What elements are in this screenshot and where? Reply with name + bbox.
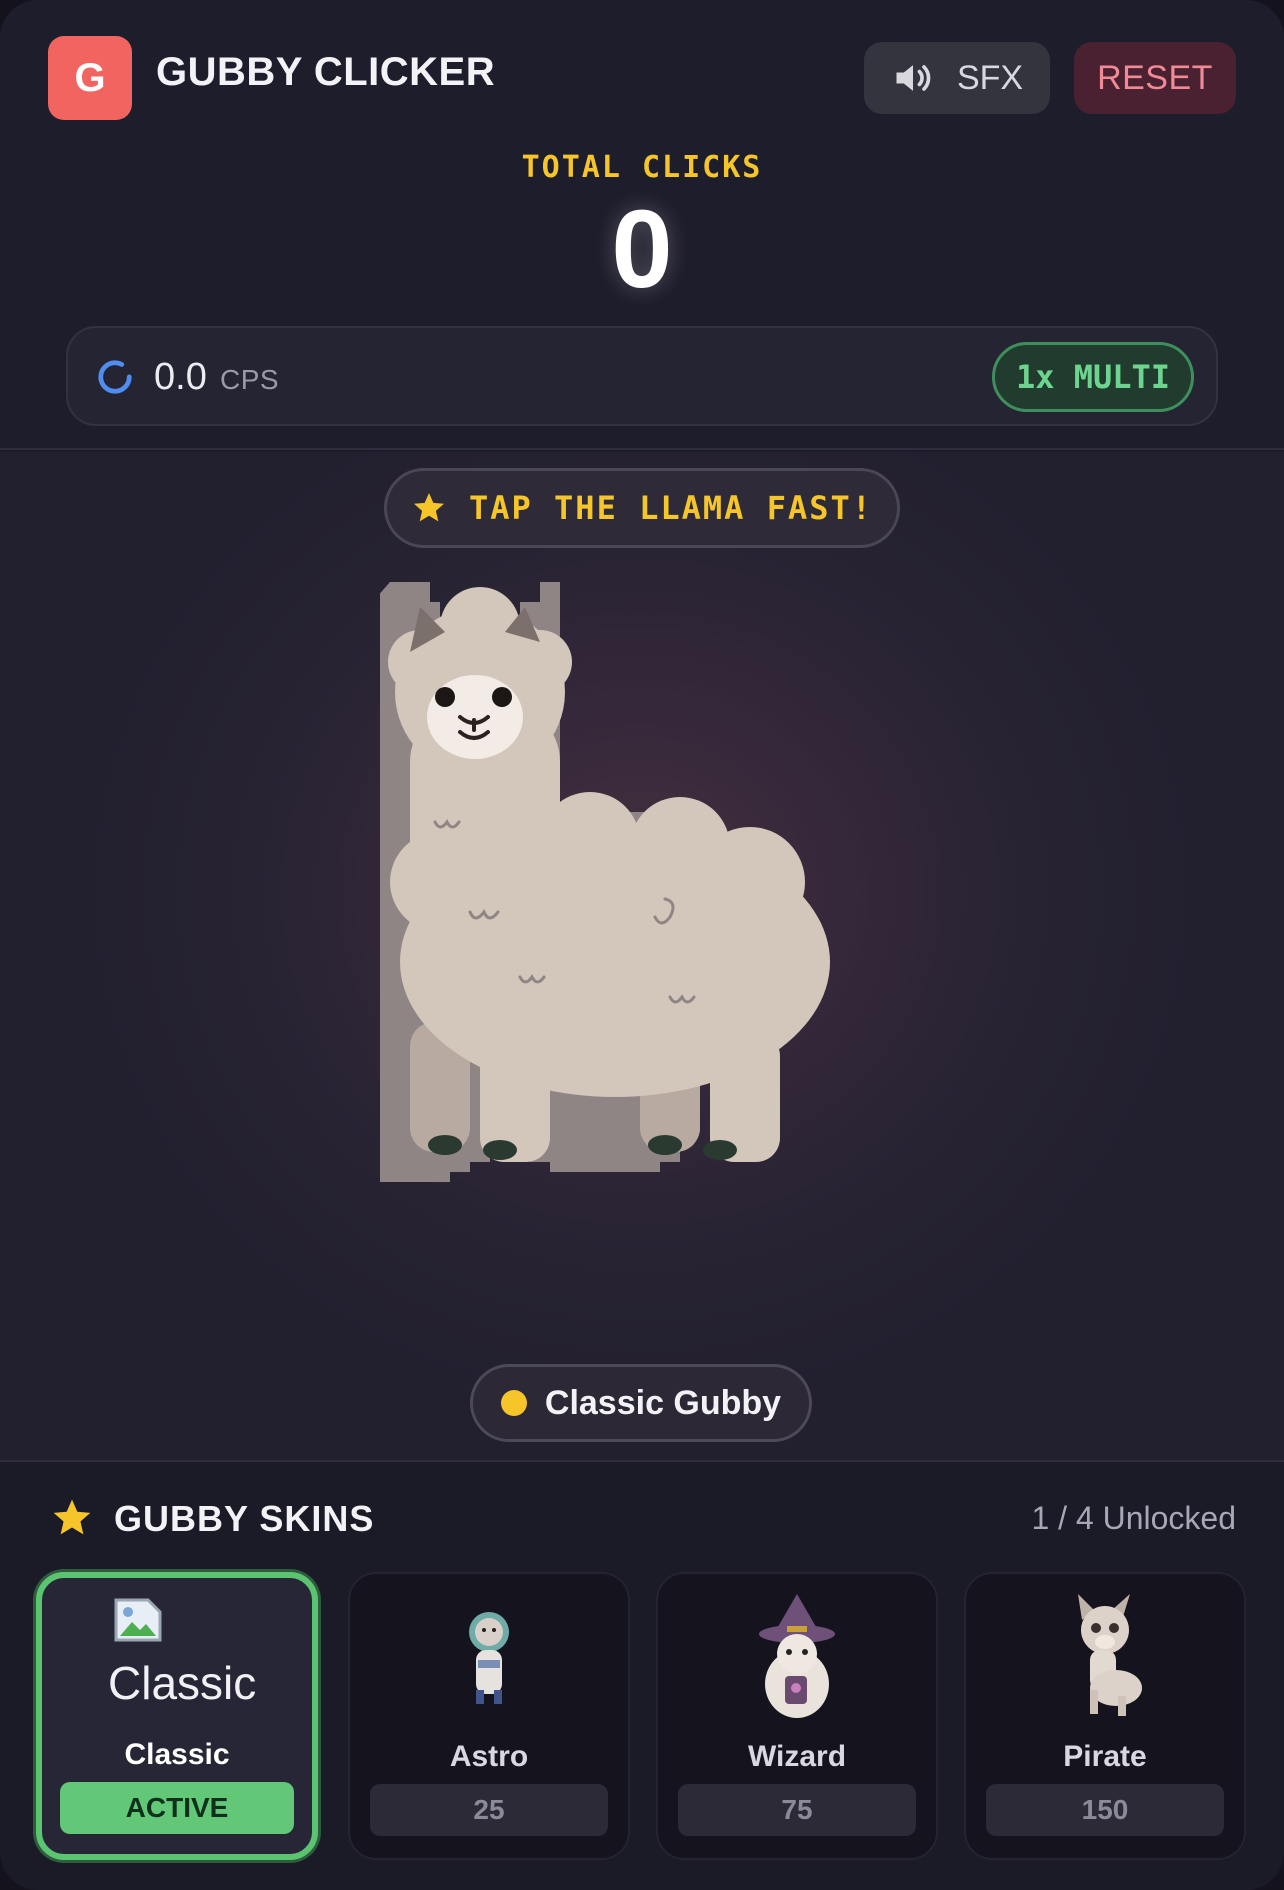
skin-name: Classic [124, 1738, 230, 1771]
skin-name: Pirate [1063, 1740, 1147, 1773]
wizard-llama-icon [759, 1594, 835, 1718]
pirate-llama-icon [1078, 1594, 1142, 1716]
skin-card-pirate[interactable]: Pirate 150 [964, 1572, 1246, 1860]
header: G GUBBY CLICKER SFX RESET TOTAL CLICKS 0… [0, 0, 1284, 450]
sfx-label: SFX [956, 58, 1024, 97]
sfx-toggle-button[interactable]: SFX [864, 42, 1050, 114]
skins-section: GUBBY SKINS 1 / 4 Unlocked Classic Gubby… [0, 1464, 1284, 1890]
skin-thumbnail [658, 1592, 936, 1722]
skin-card-classic[interactable]: Classic Gubby Classic ACTIVE [36, 1572, 318, 1860]
broken-image-icon [114, 1598, 162, 1642]
skins-title: GUBBY SKINS [114, 1498, 375, 1539]
multiplier-badge: 1x MULTI [992, 342, 1194, 412]
app-title: GUBBY CLICKER [156, 50, 496, 94]
cps-unit: CPS [220, 364, 280, 395]
skin-thumbnail [966, 1592, 1244, 1722]
cps-value: 0.0 [154, 356, 207, 398]
skin-card-wizard[interactable]: Wizard 75 [656, 1572, 938, 1860]
current-skin-dot [500, 1390, 527, 1416]
app-logo: G [48, 36, 132, 120]
reset-button[interactable]: RESET [1074, 42, 1236, 114]
total-clicks-label: TOTAL CLICKS [521, 150, 763, 185]
skin-image-alt-text: Classic Gubby [108, 1657, 258, 1709]
spinner-icon [98, 360, 132, 394]
current-skin-pill: Classic Gubby [470, 1364, 812, 1442]
app-window: G GUBBY CLICKER SFX RESET TOTAL CLICKS 0… [0, 0, 1284, 1890]
skins-unlocked-count: 1 / 4 Unlocked [1031, 1500, 1236, 1536]
skin-status-badge: ACTIVE [60, 1782, 294, 1834]
stats-bar: 0.0 CPS 1x MULTI [66, 326, 1218, 426]
skin-thumbnail [350, 1592, 628, 1722]
skin-price: 150 [986, 1784, 1224, 1836]
current-skin-name: Classic Gubby [544, 1383, 782, 1422]
click-stage: TAP THE LLAMA FAST! Classic Gubby [0, 452, 1284, 1462]
skin-card-astro[interactable]: Astro 25 [348, 1572, 630, 1860]
skin-price: 75 [678, 1784, 916, 1836]
total-clicks-value: 0 [611, 188, 673, 311]
hint-pill: TAP THE LLAMA FAST! [384, 468, 900, 548]
astro-llama-icon [469, 1612, 509, 1704]
star-icon [413, 493, 444, 522]
skin-price: 25 [370, 1784, 608, 1836]
star-icon [53, 1499, 91, 1535]
llama-click-target[interactable] [380, 582, 900, 1182]
hint-text: TAP THE LLAMA FAST! [468, 489, 874, 527]
skin-name: Astro [449, 1740, 529, 1773]
speaker-icon [896, 65, 931, 91]
skin-name: Wizard [747, 1740, 847, 1773]
